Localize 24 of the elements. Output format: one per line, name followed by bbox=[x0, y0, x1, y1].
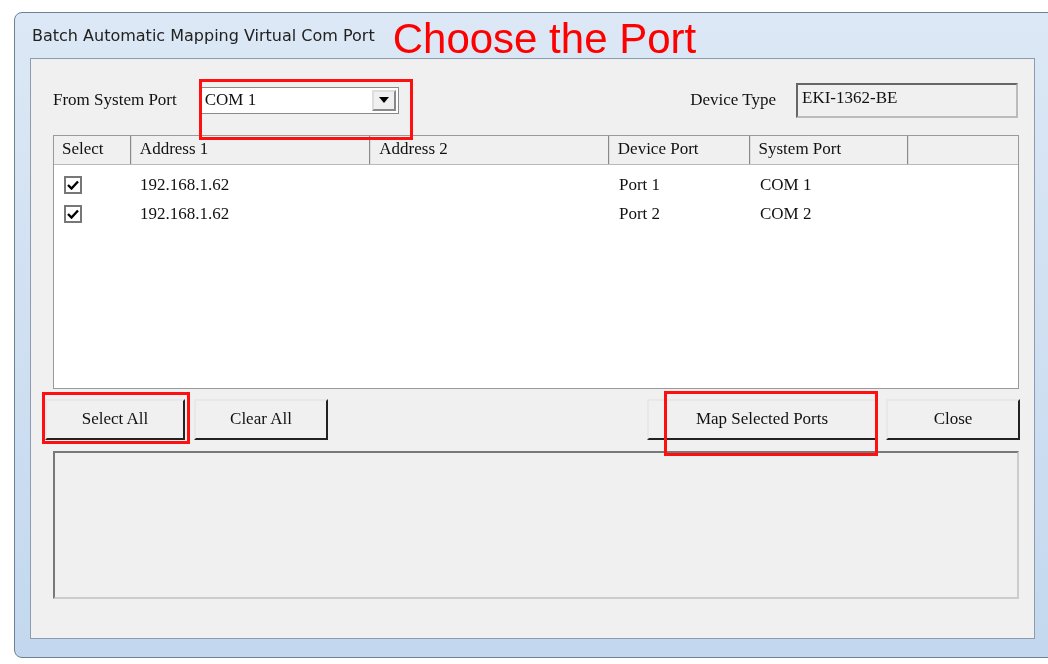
table-cell: Port 1 bbox=[619, 174, 661, 194]
table-cell: COM 1 bbox=[760, 174, 812, 194]
table-cell: 192.168.1.62 bbox=[140, 174, 230, 194]
dialog-button[interactable]: Close bbox=[886, 398, 1020, 440]
annotation-text: Choose the Port bbox=[392, 17, 697, 60]
table-cell: COM 2 bbox=[760, 203, 812, 223]
column-header[interactable]: System Port bbox=[750, 136, 910, 164]
window-title: Batch Automatic Mapping Virtual Com Port bbox=[31, 26, 375, 45]
dialog-button[interactable]: Select All bbox=[45, 398, 185, 440]
column-header[interactable]: Address 1 bbox=[131, 136, 372, 164]
column-header[interactable]: Device Port bbox=[609, 136, 751, 164]
checkbox[interactable] bbox=[64, 175, 82, 194]
dialog-button[interactable]: Map Selected Ports bbox=[647, 398, 877, 440]
field-label: From System Port bbox=[53, 90, 177, 110]
table-cell: Port 2 bbox=[619, 203, 661, 223]
column-header[interactable]: Select bbox=[54, 136, 132, 164]
device-type-field: EKI-1362-BE bbox=[796, 82, 1018, 118]
dialog-button[interactable]: Clear All bbox=[194, 398, 328, 440]
field-label: Device Type bbox=[690, 90, 776, 110]
checkbox[interactable] bbox=[64, 204, 82, 223]
column-header[interactable]: Address 2 bbox=[371, 136, 610, 164]
table-cell: 192.168.1.62 bbox=[140, 203, 230, 223]
caret-icon[interactable] bbox=[371, 89, 396, 111]
port-dropdown[interactable]: COM 1 bbox=[200, 86, 399, 114]
